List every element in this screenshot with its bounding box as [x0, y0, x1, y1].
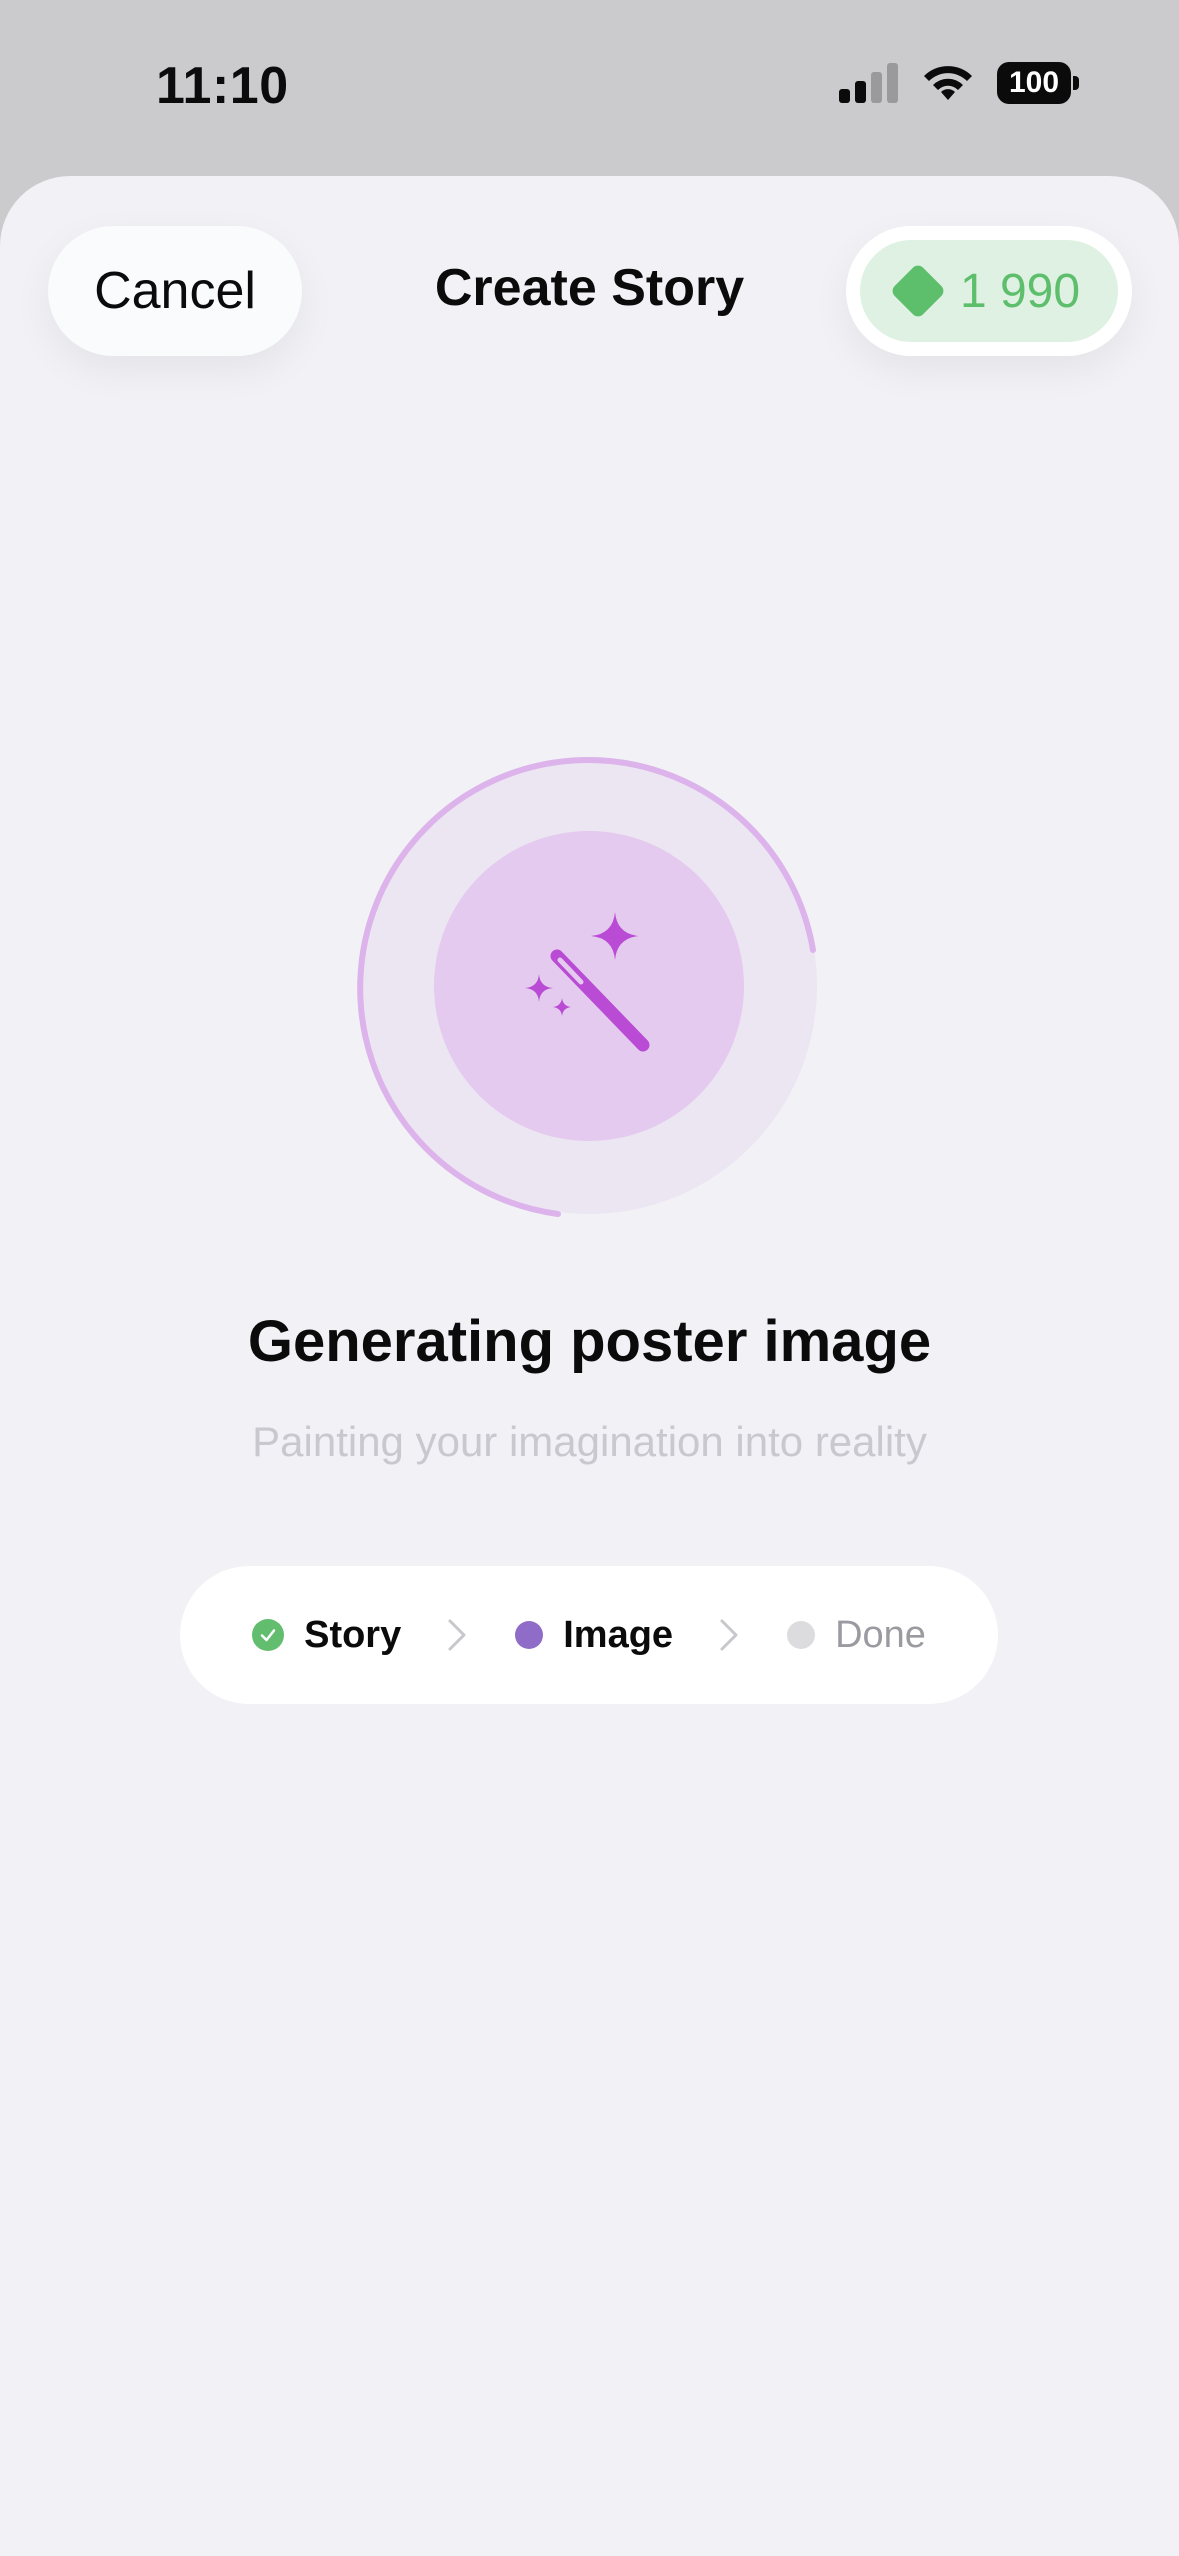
status-bar: 11:10 100	[0, 0, 1179, 176]
chevron-right-icon	[448, 1619, 466, 1651]
status-time: 11:10	[156, 57, 289, 115]
generation-subtitle: Painting your imagination into reality	[252, 1418, 927, 1465]
credits-badge[interactable]: 1 990	[846, 226, 1132, 356]
step-story: Story	[252, 1614, 401, 1657]
step-image: Image	[515, 1614, 673, 1657]
battery-icon: 100	[997, 62, 1079, 104]
page-title: Create Story	[434, 259, 745, 317]
credits-badge-inner: 1 990	[860, 240, 1118, 342]
step-label-done: Done	[835, 1613, 926, 1656]
signal-icon	[839, 63, 898, 103]
step-done: Done	[787, 1614, 926, 1657]
gem-icon	[889, 262, 947, 320]
battery-level: 100	[1008, 66, 1060, 99]
credits-value: 1 990	[959, 264, 1081, 318]
generation-title: Generating poster image	[247, 1309, 932, 1374]
cancel-button[interactable]: Cancel	[48, 226, 302, 356]
wifi-icon	[924, 66, 972, 100]
battery-cap	[1073, 76, 1079, 90]
chevron-right-icon	[720, 1619, 738, 1651]
battery-body: 100	[997, 62, 1071, 104]
step-label-story: Story	[304, 1613, 402, 1656]
pending-dot-icon	[787, 1621, 816, 1649]
create-story-sheet: Cancel Create Story 1 990 Generating pos…	[0, 176, 1179, 2556]
progress-ring	[357, 757, 817, 1217]
status-icons: 100	[839, 62, 1079, 104]
progress-steps: Story Image Done	[180, 1566, 998, 1704]
step-label-image: Image	[563, 1613, 674, 1656]
active-dot-icon	[515, 1621, 544, 1649]
check-icon	[252, 1619, 285, 1651]
